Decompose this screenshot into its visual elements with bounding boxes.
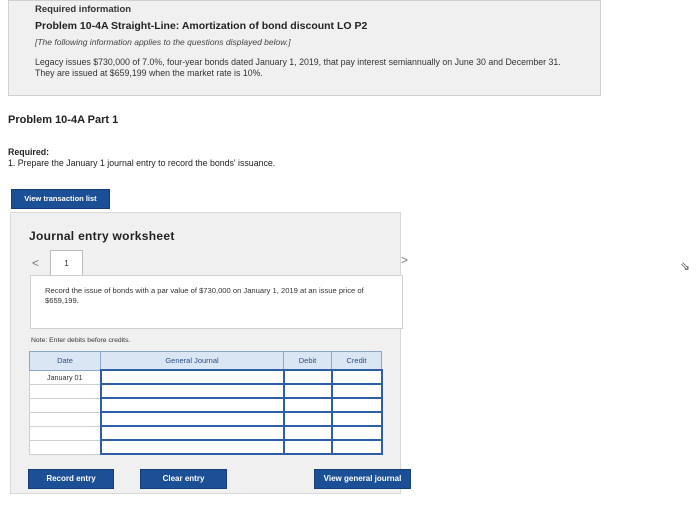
required-info-heading: Required information — [35, 4, 132, 15]
debit-credit-note: Note: Enter debits before credits. — [31, 337, 131, 344]
date-cell — [29, 411, 101, 427]
chevron-right-icon[interactable]: > — [401, 253, 408, 267]
info-note: [The following information applies to th… — [35, 37, 291, 47]
credit-input[interactable] — [330, 439, 383, 455]
column-header-credit: Credit — [331, 351, 382, 371]
journal-table: Date General Journal Debit Credit Januar… — [29, 351, 383, 455]
account-input[interactable] — [99, 439, 285, 455]
journal-entry-worksheet: Journal entry worksheet < 1 > Record the… — [10, 212, 411, 494]
mouse-cursor-icon: ⇘ — [680, 259, 691, 273]
table-row: January 01 — [29, 369, 383, 385]
date-cell — [29, 383, 101, 399]
date-cell — [29, 425, 101, 441]
credit-input[interactable] — [330, 369, 383, 385]
account-input[interactable] — [99, 411, 285, 427]
table-row — [29, 425, 383, 441]
account-input[interactable] — [99, 397, 285, 413]
debit-input[interactable] — [282, 411, 333, 427]
chevron-left-icon[interactable]: < — [32, 256, 39, 270]
worksheet-title: Journal entry worksheet — [29, 229, 175, 243]
credit-input[interactable] — [330, 411, 383, 427]
credit-input[interactable] — [330, 383, 383, 399]
account-input[interactable] — [99, 383, 285, 399]
date-cell — [29, 397, 101, 413]
date-cell: January 01 — [29, 369, 101, 385]
record-entry-button[interactable]: Record entry — [28, 469, 114, 489]
table-row — [29, 383, 383, 399]
view-general-journal-button[interactable]: View general journal — [314, 469, 411, 489]
part-title: Problem 10-4A Part 1 — [8, 114, 119, 126]
debit-input[interactable] — [282, 369, 333, 385]
column-header-general-journal: General Journal — [100, 351, 284, 371]
required-label: Required: — [8, 147, 50, 157]
table-row — [29, 397, 383, 413]
view-transaction-list-button[interactable]: View transaction list — [11, 189, 110, 209]
worksheet-instruction: Record the issue of bonds with a par val… — [30, 275, 403, 329]
table-row — [29, 411, 383, 427]
debit-input[interactable] — [282, 383, 333, 399]
debit-input[interactable] — [282, 439, 333, 455]
date-cell — [29, 439, 101, 455]
required-item: 1. Prepare the January 1 journal entry t… — [8, 158, 276, 168]
column-header-debit: Debit — [283, 351, 332, 371]
required-info-panel: Required information Problem 10-4A Strai… — [8, 0, 601, 96]
clear-entry-button[interactable]: Clear entry — [140, 469, 227, 489]
column-header-date: Date — [29, 351, 101, 371]
credit-input[interactable] — [330, 397, 383, 413]
account-input[interactable] — [99, 369, 285, 385]
debit-input[interactable] — [282, 425, 333, 441]
account-input[interactable] — [99, 425, 285, 441]
debit-input[interactable] — [282, 397, 333, 413]
required-section: Required: 1. Prepare the January 1 journ… — [8, 147, 275, 169]
problem-description: Legacy issues $730,000 of 7.0%, four-yea… — [35, 57, 561, 78]
tab-entry-1[interactable]: 1 — [50, 250, 83, 276]
table-row — [29, 439, 383, 455]
problem-title: Problem 10-4A Straight-Line: Amortizatio… — [35, 20, 368, 32]
credit-input[interactable] — [330, 425, 383, 441]
